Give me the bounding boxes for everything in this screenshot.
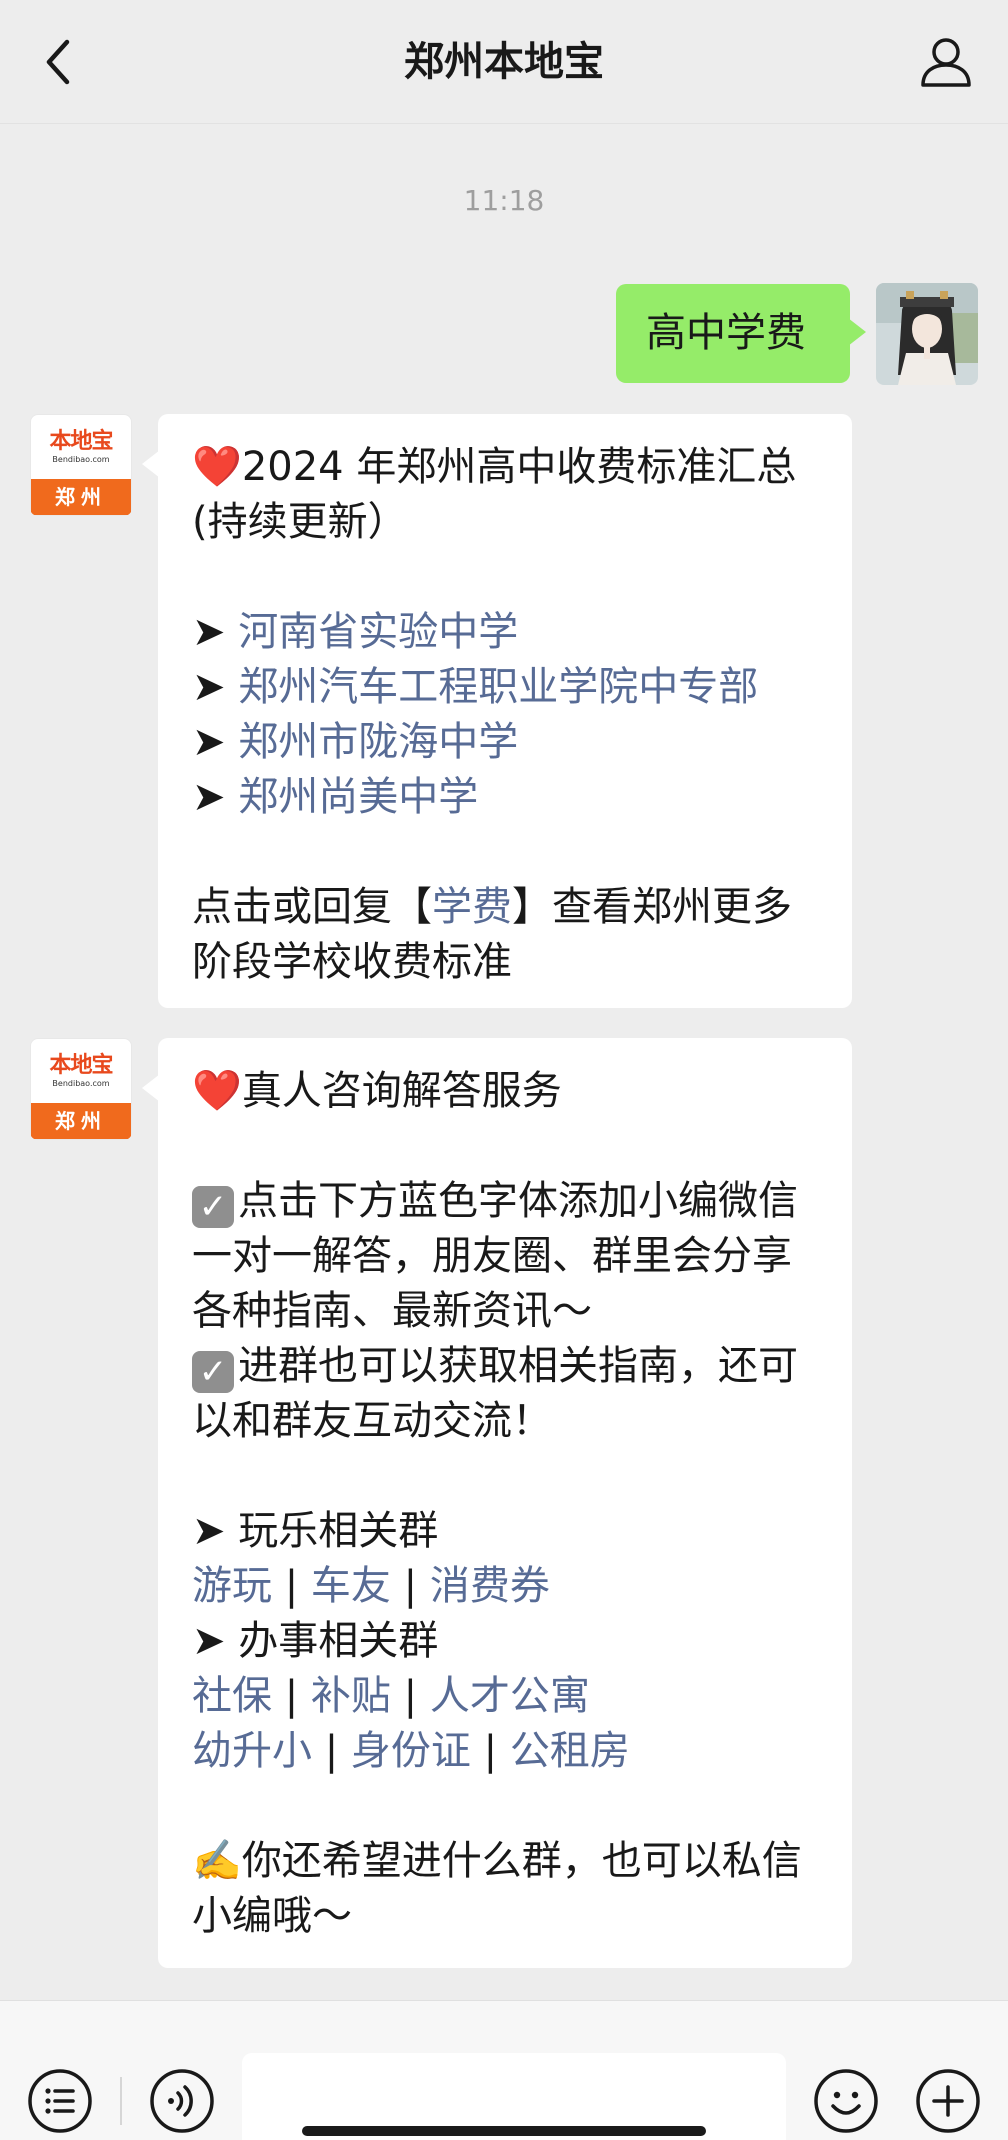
- check-box-icon: ✓: [192, 1351, 234, 1393]
- voice-button[interactable]: [148, 2067, 216, 2135]
- user-message-bubble[interactable]: 高中学费: [616, 284, 866, 383]
- group-heading: ➤ 办事相关群: [192, 1618, 439, 1664]
- arrow-bullet-icon: ➤: [192, 664, 226, 710]
- list-item: ➤ 郑州市陇海中学: [192, 715, 822, 770]
- bot-message-bubble[interactable]: ❤️2024 年郑州高中收费标准汇总(持续更新） ➤ 河南省实验中学 ➤ 郑州汽…: [142, 414, 852, 1008]
- heart-icon: ❤️: [192, 444, 242, 490]
- bot-message-bubble[interactable]: ❤️真人咨询解答服务 ✓ 点击下方蓝色字体添加小编微信一对一解答，朋友圈、群里会分…: [142, 1038, 852, 1968]
- arrow-bullet-icon: ➤: [192, 1508, 226, 1554]
- group-heading: ➤ 玩乐相关群: [192, 1508, 439, 1554]
- list-item: ➤ 郑州尚美中学: [192, 770, 822, 825]
- group-link-play[interactable]: 游玩: [192, 1563, 272, 1609]
- chat-title: 郑州本地宝: [404, 39, 604, 85]
- group-link-subsidy[interactable]: 补贴: [311, 1673, 391, 1719]
- chat-info-button[interactable]: [914, 30, 978, 94]
- school-link[interactable]: 郑州尚美中学: [238, 774, 478, 820]
- message-timestamp: 11:18: [463, 184, 545, 217]
- plus-icon: [916, 2069, 980, 2133]
- message-footer: 点击或回复【学费】查看郑州更多阶段学校收费标准: [192, 884, 792, 985]
- group-link-talent-apartment[interactable]: 人才公寓: [430, 1673, 590, 1719]
- voice-icon: [150, 2069, 214, 2133]
- bar-divider: [120, 2077, 122, 2125]
- message-title: ❤️2024 年郑州高中收费标准汇总(持续更新）: [192, 444, 797, 545]
- group-link-social-security[interactable]: 社保: [192, 1673, 272, 1719]
- input-bar: [0, 2000, 1008, 2140]
- group-link-coupon[interactable]: 消费券: [430, 1563, 550, 1609]
- home-indicator[interactable]: [302, 2126, 706, 2136]
- group-link-car[interactable]: 车友: [311, 1563, 391, 1609]
- back-icon: [46, 39, 70, 85]
- message-title: ❤️真人咨询解答服务: [192, 1068, 562, 1114]
- emoji-button[interactable]: [812, 2067, 880, 2135]
- group-links-row: 游玩 | 车友 | 消费券: [192, 1563, 550, 1609]
- arrow-bullet-icon: ➤: [192, 719, 226, 765]
- arrow-bullet-icon: ➤: [192, 774, 226, 820]
- school-link[interactable]: 河南省实验中学: [238, 609, 518, 655]
- heart-icon: ❤️: [192, 1068, 242, 1114]
- check-box-icon: ✓: [192, 1186, 234, 1228]
- chat-header: 郑州本地宝: [0, 0, 1008, 124]
- user-message-text: 高中学费: [646, 310, 806, 356]
- list-item: ➤ 郑州汽车工程职业学院中专部: [192, 660, 822, 715]
- more-button[interactable]: [914, 2067, 982, 2135]
- list-item: ➤ 河南省实验中学: [192, 605, 822, 660]
- arrow-bullet-icon: ➤: [192, 1618, 226, 1664]
- message-paragraph: ✓ 点击下方蓝色字体添加小编微信一对一解答，朋友圈、群里会分享各种指南、最新资讯～: [192, 1178, 798, 1334]
- group-links-row: 幼升小 | 身份证 | 公租房: [192, 1728, 630, 1774]
- menu-button[interactable]: [26, 2067, 94, 2135]
- group-links-row: 社保 | 补贴 | 人才公寓: [192, 1673, 590, 1719]
- tuition-keyword-link[interactable]: 学费: [432, 884, 512, 930]
- writing-hand-icon: ✍️: [192, 1838, 242, 1884]
- official-account-avatar[interactable]: 本地宝 Bendibao.com 郑州: [30, 414, 132, 516]
- message-paragraph: ✓ 进群也可以获取相关指南，还可以和群友互动交流！: [192, 1343, 798, 1444]
- profile-icon: [921, 38, 971, 87]
- bendibao-logo: 本地宝 Bendibao.com 郑州: [30, 414, 132, 516]
- message-closing: ✍️你还希望进什么群，也可以私信小编哦～: [192, 1838, 802, 1939]
- emoji-icon: [814, 2069, 878, 2133]
- user-avatar[interactable]: [876, 283, 978, 385]
- group-link-public-housing[interactable]: 公租房: [510, 1728, 630, 1774]
- user-avatar-image: [876, 283, 978, 385]
- school-link[interactable]: 郑州市陇海中学: [238, 719, 518, 765]
- official-account-avatar[interactable]: 本地宝 Bendibao.com 郑州: [30, 1038, 132, 1140]
- group-link-primary-enrollment[interactable]: 幼升小: [192, 1728, 312, 1774]
- bendibao-logo: 本地宝 Bendibao.com 郑州: [30, 1038, 132, 1140]
- arrow-bullet-icon: ➤: [192, 609, 226, 655]
- menu-list-icon: [28, 2069, 92, 2133]
- group-link-id-card[interactable]: 身份证: [351, 1728, 471, 1774]
- school-link[interactable]: 郑州汽车工程职业学院中专部: [238, 664, 758, 710]
- back-button[interactable]: [30, 30, 86, 94]
